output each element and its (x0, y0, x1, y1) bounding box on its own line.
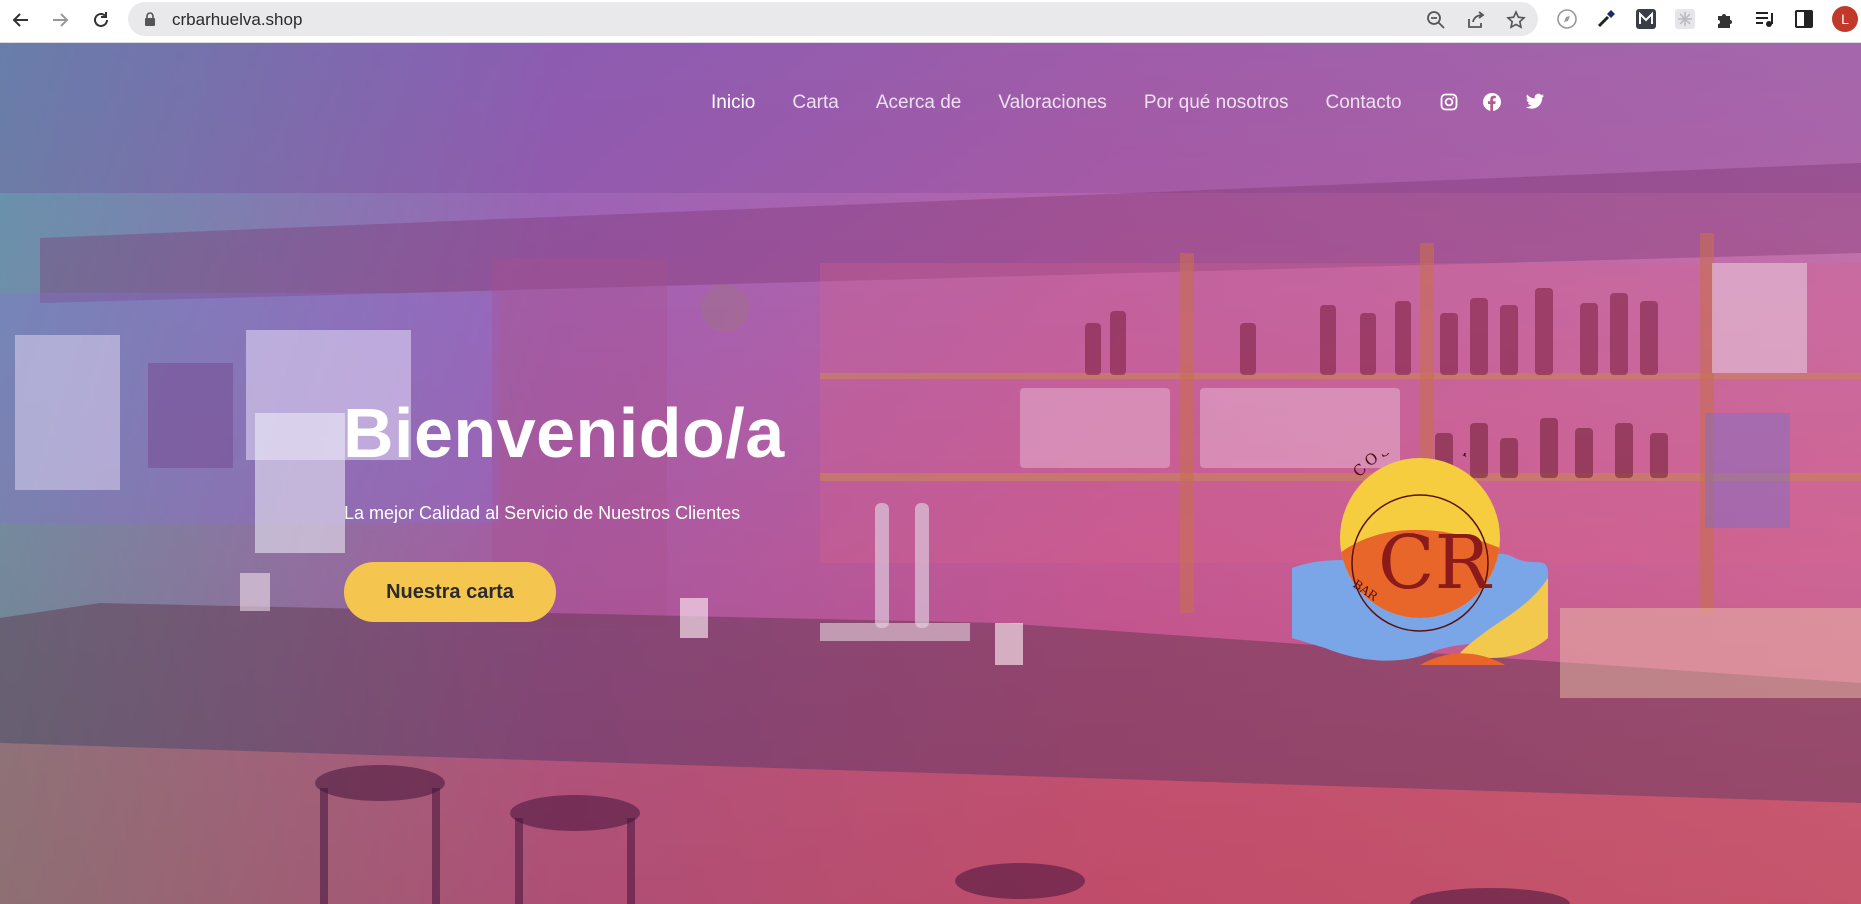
media-control-icon (1756, 12, 1773, 27)
snowflake-extension-button[interactable] (1672, 6, 1698, 32)
zoom-button[interactable] (1424, 8, 1448, 32)
snowflake-extension-icon (1675, 9, 1695, 29)
menu-cta-button[interactable]: Nuestra carta (344, 562, 556, 622)
m-extension-icon (1636, 9, 1656, 29)
reload-icon (94, 12, 108, 27)
eyedropper-extension-button[interactable] (1593, 6, 1619, 32)
hero-title: Bienvenido/a (343, 394, 785, 472)
nav-link-carta[interactable]: Carta (792, 92, 838, 114)
nav-link-contacto[interactable]: Contacto (1326, 92, 1402, 114)
nav-link-valoraciones[interactable]: Valoraciones (998, 92, 1106, 114)
facebook-link[interactable] (1477, 87, 1507, 117)
extensions-button[interactable] (1712, 6, 1738, 32)
m-extension-button[interactable] (1633, 6, 1659, 32)
costarica-bar-logo: CR COSTARICA BAR (1292, 453, 1549, 665)
reload-button[interactable] (86, 5, 116, 35)
instagram-link[interactable] (1434, 87, 1464, 117)
hero-section: Inicio Carta Acerca de Valoraciones Por … (0, 43, 1861, 904)
profile-avatar[interactable]: L (1832, 6, 1858, 32)
address-bar[interactable]: crbarhuelva.shop (128, 2, 1538, 36)
instagram-icon (1440, 93, 1458, 111)
side-panel-icon (1795, 10, 1813, 28)
zoom-out-icon (1427, 11, 1445, 29)
arrow-left-icon (12, 13, 28, 27)
share-button[interactable] (1464, 8, 1488, 32)
url-text[interactable]: crbarhuelva.shop (172, 10, 302, 30)
facebook-icon (1483, 93, 1501, 111)
bookmark-button[interactable] (1504, 8, 1528, 32)
share-icon (1468, 11, 1485, 28)
twitter-icon (1525, 93, 1545, 109)
hero-subtitle: La mejor Calidad al Servicio de Nuestros… (344, 503, 741, 523)
back-button[interactable] (6, 5, 36, 35)
side-panel-button[interactable] (1791, 6, 1817, 32)
lock-icon (145, 12, 155, 26)
nav-link-acerca-de[interactable]: Acerca de (876, 92, 962, 114)
compass-extension-button[interactable] (1554, 6, 1580, 32)
nav-link-por-que-nosotros[interactable]: Por qué nosotros (1144, 92, 1289, 114)
logo-monogram: CR (1378, 520, 1493, 606)
eyedropper-extension-icon (1597, 10, 1615, 28)
browser-toolbar: crbarhuelva.shop L (0, 0, 1861, 43)
star-icon (1506, 10, 1526, 29)
nav-link-inicio[interactable]: Inicio (711, 92, 755, 114)
bar-interior-background (0, 43, 1861, 904)
arrow-right-icon (53, 13, 69, 27)
puzzle-extensions-icon (1718, 14, 1732, 28)
twitter-link[interactable] (1520, 87, 1550, 117)
media-control-button[interactable] (1751, 6, 1777, 32)
main-nav: Inicio Carta Acerca de Valoraciones Por … (711, 89, 1439, 117)
forward-button[interactable] (45, 5, 75, 35)
compass-extension-icon (1557, 9, 1577, 29)
